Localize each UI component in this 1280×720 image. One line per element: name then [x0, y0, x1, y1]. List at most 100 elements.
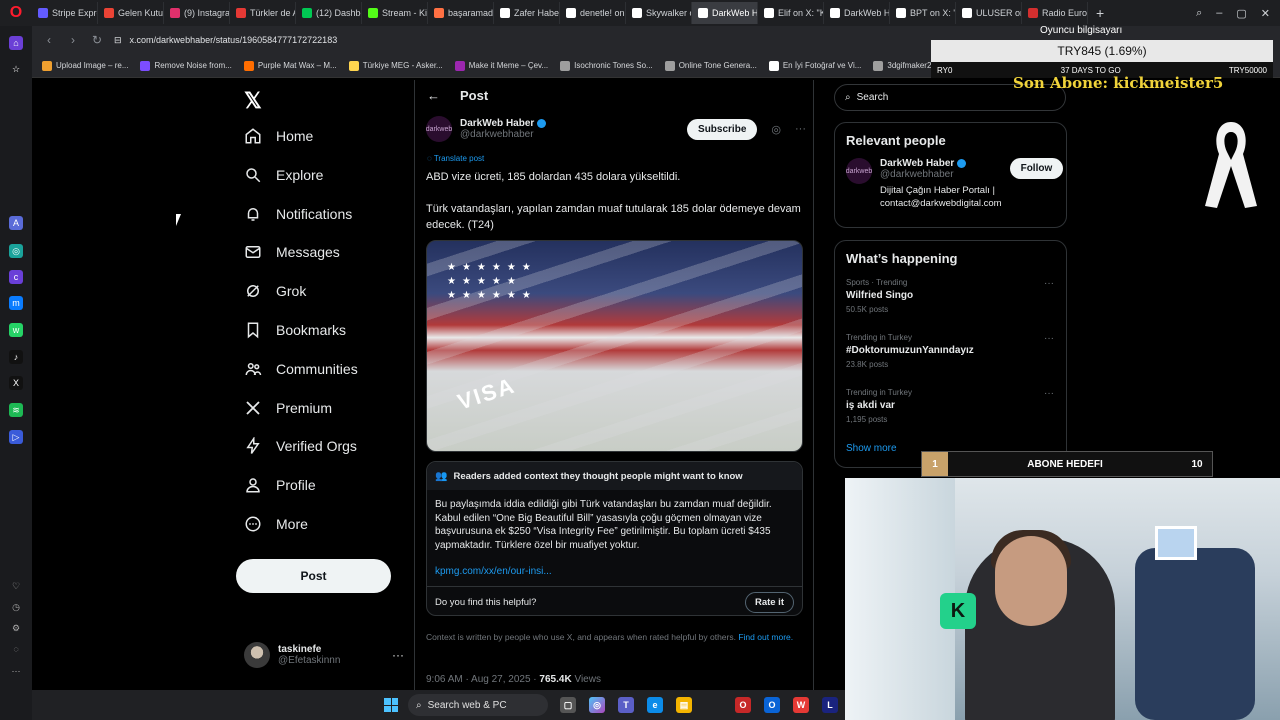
app-l-icon[interactable]: L — [822, 697, 838, 713]
nav-item-verified-orgs[interactable]: Verified Orgs — [244, 437, 357, 455]
bookmark-item[interactable]: Remove Noise from... — [140, 60, 232, 71]
nav-item-grok[interactable]: Grok — [244, 282, 306, 300]
maximize-icon[interactable]: ▢ — [1236, 7, 1246, 20]
site-info-icon[interactable]: ⊟ — [114, 35, 122, 46]
more-icon[interactable]: ⋯ — [9, 664, 23, 678]
home-icon[interactable]: ⌂ — [9, 36, 23, 50]
post-image[interactable]: ★★★★★★ ★★★★★ ★★★★★★ VISA — [426, 240, 803, 452]
notes-source-link[interactable]: kpmg.com/xx/en/our-insi... — [427, 566, 802, 577]
file-explorer-icon[interactable]: ▤ — [676, 697, 692, 713]
nav-item-more[interactable]: More — [244, 515, 308, 533]
back-icon[interactable]: ‹ — [42, 33, 56, 47]
bookmark-item[interactable]: Isochronic Tones So... — [560, 60, 653, 71]
player-icon[interactable]: ▷ — [9, 430, 23, 444]
chatgpt-icon[interactable]: ◎ — [9, 244, 23, 258]
aria-icon[interactable]: A — [9, 216, 23, 230]
nav-item-home[interactable]: Home — [244, 127, 313, 145]
relevant-person[interactable]: darkweb DarkWeb Haber @darkwebhaber Diji… — [835, 154, 1066, 214]
browser-tab[interactable]: DarkWeb Ha — [824, 2, 890, 24]
browser-tab[interactable]: Radio Europ — [1022, 2, 1088, 24]
heart-icon[interactable]: ♡ — [9, 579, 23, 593]
account-switcher[interactable]: taskinefe @Efetaskinnn ··· — [244, 642, 404, 668]
browser-tab[interactable]: Stripe Expre — [32, 2, 98, 24]
reload-icon[interactable]: ↻ — [90, 33, 104, 47]
app-w-icon[interactable]: W — [793, 697, 809, 713]
nav-item-notifications[interactable]: Notifications — [244, 205, 352, 223]
settings-icon[interactable]: ⚙ — [9, 621, 23, 635]
subscribe-button[interactable]: Subscribe — [687, 118, 758, 140]
author-handle[interactable]: @darkwebhaber — [460, 129, 546, 140]
browser-tab[interactable]: Zafer Haber — [494, 2, 560, 24]
bookmark-item[interactable]: Upload Image – re... — [42, 60, 128, 71]
url-field[interactable]: ⊟ x.com/darkwebhaber/status/196058477717… — [114, 35, 337, 46]
close-window-icon[interactable]: ✕ — [1261, 7, 1270, 20]
bookmark-item[interactable]: En İyi Fotoğraf ve Vi... — [768, 60, 861, 71]
search-placeholder: Search — [856, 92, 889, 103]
nav-item-profile[interactable]: Profile — [244, 476, 316, 494]
star-icon[interactable]: ☆ — [9, 62, 23, 76]
x-app-icon[interactable]: X — [9, 376, 23, 390]
find-out-more-link[interactable]: Find out more. — [738, 632, 793, 642]
trend-item[interactable]: Sports · Trending Wilfried Singo 50.5K pos… — [835, 272, 1066, 327]
browser-tab[interactable]: (12) Dashbo — [296, 2, 362, 24]
trend-item[interactable]: Trending in Turkey iş akdi var 1,195 posts… — [835, 382, 1066, 437]
search-tabs-icon[interactable]: ⌕ — [1196, 7, 1202, 20]
browser-tab[interactable]: Skywalker o — [626, 2, 692, 24]
browser-tab[interactable]: BPT on X: "T — [890, 2, 956, 24]
nav-item-messages[interactable]: Messages — [244, 243, 340, 261]
browser-tab[interactable]: Elif on X: "K — [758, 2, 824, 24]
bookmark-item[interactable]: Online Tone Genera... — [664, 60, 757, 71]
new-tab-button[interactable]: + — [1088, 5, 1112, 21]
x-logo-icon[interactable]: 𝕏 — [244, 88, 262, 114]
nav-item-bookmarks[interactable]: Bookmarks — [244, 321, 346, 339]
opera-logo-icon[interactable]: O — [0, 0, 32, 26]
cs-icon[interactable]: c — [9, 270, 23, 284]
translate-post-link[interactable]: ◌ Translate post — [427, 154, 484, 163]
tiktok-icon[interactable]: ♪ — [9, 350, 23, 364]
post-time[interactable]: 9:06 AM · Aug 27, 2025 · — [426, 674, 539, 685]
minimize-icon[interactable]: – — [1216, 7, 1222, 20]
trend-item[interactable]: Trending in Turkey #DoktorumuzunYanındayı… — [835, 327, 1066, 382]
author-avatar[interactable]: darkweb — [426, 116, 452, 142]
browser-tab[interactable]: başaramadın — [428, 2, 494, 24]
browser-tab[interactable]: Türkler de A — [230, 2, 296, 24]
post-button[interactable]: Post — [236, 559, 391, 593]
messenger-icon[interactable]: m — [9, 296, 23, 310]
trend-more-icon[interactable]: ··· — [1044, 388, 1054, 399]
trend-more-icon[interactable]: ··· — [1044, 278, 1054, 289]
edge-icon[interactable]: e — [647, 697, 663, 713]
follow-button[interactable]: Follow — [1009, 158, 1064, 179]
browser-tab[interactable]: Stream - Kick — [362, 2, 428, 24]
rate-it-button[interactable]: Rate it — [744, 591, 794, 613]
bookmark-item[interactable]: Make it Meme – Çev... — [454, 60, 548, 71]
outlook-icon[interactable]: O — [764, 697, 780, 713]
back-arrow-icon[interactable]: ← — [427, 88, 440, 103]
windows-start-icon[interactable] — [384, 698, 398, 712]
whatsapp-icon[interactable]: w — [9, 323, 23, 337]
trend-more-icon[interactable]: ··· — [1044, 333, 1054, 344]
nav-item-communities[interactable]: Communities — [244, 360, 358, 378]
browser-tab[interactable]: ULUSER on — [956, 2, 1022, 24]
browser-tab[interactable]: (9) Instagran — [164, 2, 230, 24]
translate-icon: ◌ — [427, 154, 434, 163]
taskbar-search[interactable]: ⌕ Search web & PC — [408, 694, 548, 716]
nav-item-premium[interactable]: Premium — [244, 399, 332, 417]
bulb-icon[interactable]: ◌ — [9, 642, 23, 656]
teams-icon[interactable]: T — [618, 697, 634, 713]
grok-icon[interactable]: ◎ — [771, 123, 781, 136]
browser-tab[interactable]: DarkWeb Haber on — [692, 2, 758, 24]
spotify-icon[interactable]: ≋ — [9, 403, 23, 417]
bookmark-item[interactable]: Türkiye MEG - Asker... — [348, 60, 443, 71]
history-icon[interactable]: ◷ — [9, 600, 23, 614]
opera-taskbar-icon[interactable]: O — [735, 697, 751, 713]
nav-item-explore[interactable]: Explore — [244, 166, 323, 184]
copilot-icon[interactable]: ◎ — [589, 697, 605, 713]
task-view-icon[interactable]: ▢ — [560, 697, 576, 713]
bookmark-item[interactable]: Purple Mat Wax – M... — [243, 60, 337, 71]
author-name[interactable]: DarkWeb Haber — [460, 118, 534, 129]
post-more-icon[interactable]: ··· — [795, 123, 806, 135]
browser-tab[interactable]: Gelen Kutus — [98, 2, 164, 24]
forward-icon[interactable]: › — [66, 33, 80, 47]
more-options-icon[interactable]: ··· — [392, 648, 404, 662]
browser-tab[interactable]: denetle! on — [560, 2, 626, 24]
